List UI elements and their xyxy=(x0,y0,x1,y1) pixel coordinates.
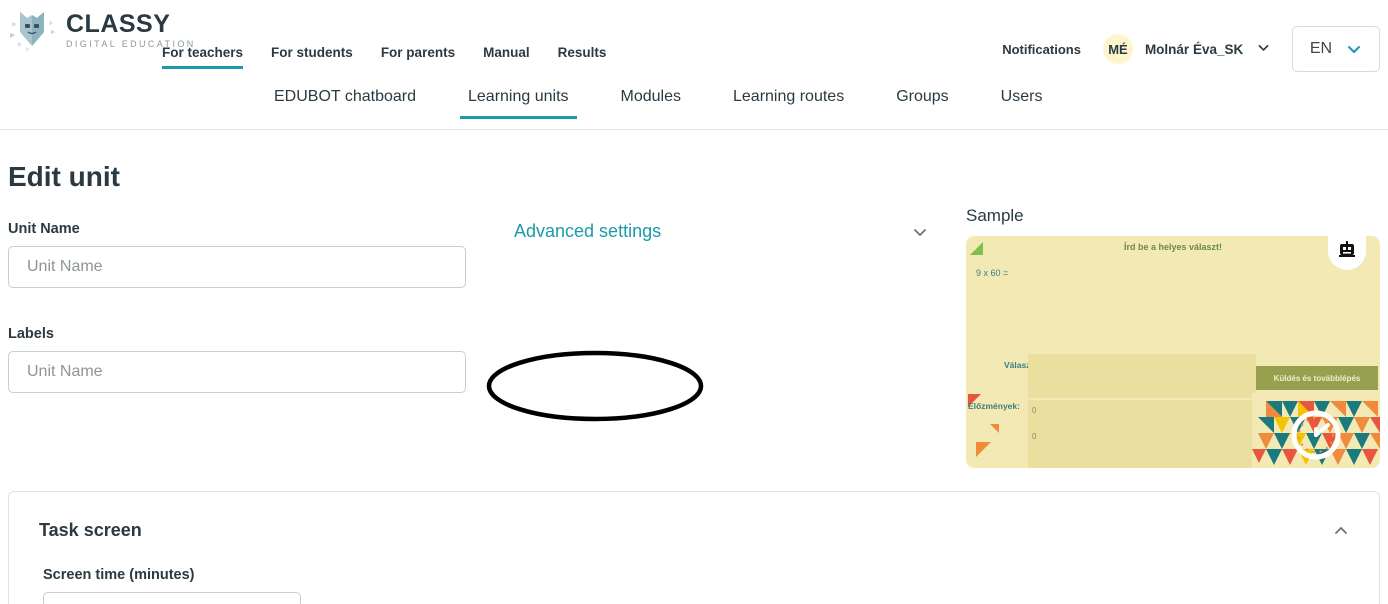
page-title: Edit unit xyxy=(8,161,120,192)
top-right-controls: Notifications MÉ Molnár Éva_SK EN xyxy=(1002,26,1388,72)
mosaic-timer-graphic xyxy=(1252,393,1380,468)
unit-name-input[interactable] xyxy=(8,246,466,288)
sample-title: Sample xyxy=(966,206,1024,225)
screen-time-label: Screen time (minutes) xyxy=(43,567,195,583)
sample-history-value-2: 0 xyxy=(1032,432,1037,441)
nav-item-for-parents[interactable]: For parents xyxy=(367,45,469,69)
nav-item-manual[interactable]: Manual xyxy=(469,45,544,69)
user-menu[interactable]: Molnár Éva_SK xyxy=(1145,41,1270,57)
brand-text: CLASSY DIGITAL EDUCATION xyxy=(66,10,196,49)
annotation-ellipse xyxy=(486,350,704,422)
language-value: EN xyxy=(1309,40,1333,57)
top-bar: CLASSY DIGITAL EDUCATION For teachers Fo… xyxy=(0,0,1388,80)
language-selector[interactable]: EN xyxy=(1292,26,1380,72)
nav-item-for-students[interactable]: For students xyxy=(257,45,367,69)
main-content: Edit unit Unit Name Labels Advanced sett… xyxy=(0,131,1388,604)
tab-learning-routes[interactable]: Learning routes xyxy=(707,88,870,118)
tab-groups[interactable]: Groups xyxy=(870,88,974,118)
chevron-up-icon[interactable] xyxy=(1333,523,1349,539)
sample-submit-button[interactable]: Küldés és továbblépés xyxy=(1256,366,1378,390)
notifications-link[interactable]: Notifications xyxy=(1002,42,1081,57)
cat-head-logo-icon xyxy=(10,12,55,51)
labels-label: Labels xyxy=(8,326,54,342)
tab-edubot-chatboard[interactable]: EDUBOT chatboard xyxy=(248,88,442,118)
task-screen-card-header[interactable]: Task screen xyxy=(9,492,1379,541)
labels-input[interactable] xyxy=(8,351,466,393)
unit-form: Unit Name Labels xyxy=(8,221,466,393)
sample-history-value-1: 0 xyxy=(1032,406,1037,415)
sample-prompt-text: Írd be a helyes választ! xyxy=(1123,242,1223,252)
task-screen-card-body: Screen time (minutes) xyxy=(9,541,1379,604)
decor-triangle-orange-small xyxy=(990,424,999,433)
sample-canvas[interactable]: Írd be a helyes választ! 9 x 60 = Válasz… xyxy=(966,236,1380,468)
app-page: CLASSY DIGITAL EDUCATION For teachers Fo… xyxy=(0,0,1388,604)
user-name-label: Molnár Éva_SK xyxy=(1144,42,1244,57)
task-screen-title: Task screen xyxy=(39,520,142,540)
robot-icon xyxy=(1339,241,1355,257)
unit-name-label: Unit Name xyxy=(8,221,80,237)
nav-item-results[interactable]: Results xyxy=(544,45,621,69)
sample-answer-field[interactable] xyxy=(1028,354,1256,398)
decor-triangle-orange xyxy=(976,442,991,457)
screen-time-input[interactable] xyxy=(43,592,301,604)
tab-modules[interactable]: Modules xyxy=(595,88,707,118)
advanced-settings-toggle[interactable]: Advanced settings xyxy=(490,221,928,242)
sample-equation: 9 x 60 = xyxy=(976,268,1009,278)
avatar[interactable]: MÉ xyxy=(1102,34,1133,64)
decor-triangle-green xyxy=(970,242,983,255)
sample-history-field xyxy=(1028,400,1256,468)
chevron-down-icon xyxy=(914,228,926,236)
chevron-down-icon xyxy=(1258,45,1269,51)
tab-learning-units[interactable]: Learning units xyxy=(442,88,595,119)
sample-preview: Sample Írd be a helyes választ! 9 x 60 = xyxy=(966,206,1380,468)
nav-item-for-teachers[interactable]: For teachers xyxy=(162,45,257,69)
tab-users[interactable]: Users xyxy=(975,88,1069,118)
task-screen-card: Task screen Screen time (minutes) xyxy=(8,491,1380,604)
advanced-settings-label: Advanced settings xyxy=(514,221,662,241)
main-navigation: For teachers For students For parents Ma… xyxy=(162,45,620,69)
chevron-down-icon xyxy=(1348,46,1361,53)
bot-badge[interactable] xyxy=(1328,236,1366,270)
secondary-navigation: EDUBOT chatboard Learning units Modules … xyxy=(0,88,1388,130)
brand-name: CLASSY xyxy=(66,9,171,38)
sample-history-label: Előzmények: xyxy=(968,401,1020,411)
